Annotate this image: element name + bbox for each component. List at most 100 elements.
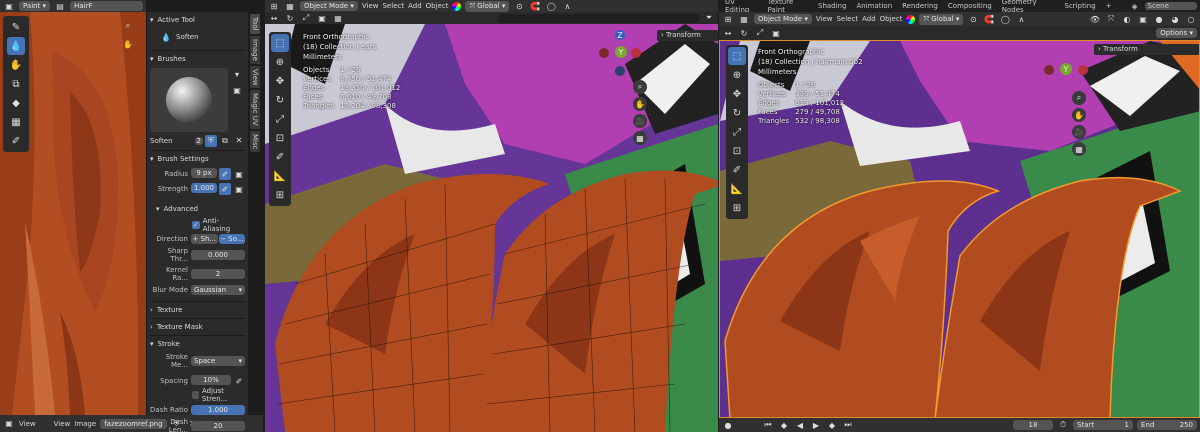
overlay-icon-vp2[interactable]: ◐ (1121, 13, 1133, 25)
start-frame-field[interactable]: Start 1 (1073, 420, 1133, 430)
next-keyframe-icon[interactable]: ◆ (826, 419, 838, 431)
shading-solid-icon[interactable]: ● (1153, 13, 1165, 25)
direction-sharpen-button[interactable]: + Sh... (191, 234, 218, 244)
snap-icon-vp2[interactable]: 🧲 (983, 13, 995, 25)
brush-image-icon[interactable]: ▣ (231, 84, 243, 96)
transform-move-icon[interactable]: ↔ (268, 12, 280, 24)
prev-keyframe-icon[interactable]: ◆ (778, 419, 790, 431)
pivot-icon[interactable]: ⊙ (513, 0, 525, 12)
direction-soften-button[interactable]: − So... (218, 234, 245, 244)
snap-icon[interactable]: 🧲 (529, 0, 541, 12)
measure-icon-vp2[interactable]: 📐 (728, 180, 746, 198)
end-frame-field[interactable]: End 250 (1137, 420, 1197, 430)
falloff-icon[interactable]: ∧ (561, 0, 573, 12)
move-icon[interactable]: ✥ (271, 72, 289, 90)
camera-icon-vp2[interactable]: 🎥 (1072, 125, 1086, 139)
select-mode-icon[interactable]: ▦ (284, 0, 296, 12)
play-icon[interactable]: ▶ (810, 419, 822, 431)
smear-tool-icon[interactable]: ✋ (7, 56, 25, 74)
strength-pressure-icon[interactable]: ✐ (219, 183, 231, 195)
add-cube-icon[interactable]: ⊞ (271, 186, 289, 204)
mask-tool-icon[interactable]: ▦ (7, 113, 25, 131)
fake-user-shield-icon[interactable]: ⛨ (205, 134, 217, 147)
dash-length-field[interactable]: 20 (191, 421, 245, 431)
transform-rotate-icon-vp2[interactable]: ↻ (738, 27, 750, 39)
brush-menu-icon[interactable]: ▾ (231, 68, 243, 80)
viewport1-nav-gizmo[interactable]: Z Y (595, 30, 645, 84)
brush-name-field[interactable]: Soften (150, 137, 193, 145)
viewport1-canvas[interactable]: ⬚ ⊕ ✥ ↻ ⤢ ⊡ ✐ 📐 ⊞ Front Orthographic (18… (265, 24, 718, 432)
pan-icon-vp2[interactable]: ✋ (1072, 108, 1086, 122)
uv-icon[interactable]: ▦ (332, 12, 344, 24)
vp1-object-menu[interactable]: Object (426, 2, 449, 10)
gizmo2-x-neg-icon[interactable] (1044, 65, 1054, 75)
filter-icon[interactable]: ⏷ (703, 12, 715, 24)
transform-scale-icon[interactable]: ⤢ (300, 12, 312, 24)
zoom-icon-vp2[interactable]: ⌕ (1072, 91, 1086, 105)
tab-view[interactable]: View (250, 65, 260, 89)
kernel-radius-field[interactable]: 2 (191, 269, 245, 279)
pan-hand-icon[interactable]: ✋ (122, 38, 134, 50)
editor-type-icon-footer[interactable]: ▣ (3, 418, 15, 430)
transform-icon-vp2[interactable]: ⊡ (728, 142, 746, 160)
vp1-add-menu[interactable]: Add (408, 2, 422, 10)
grid-icon-vp2[interactable]: ▦ (1072, 142, 1086, 156)
spacing-field[interactable]: 10% (191, 375, 231, 385)
grid-icon-vp1[interactable]: ▦ (633, 131, 647, 145)
image-browse-icon[interactable]: ▤ (54, 0, 66, 12)
add-cube-icon-vp2[interactable]: ⊞ (728, 199, 746, 217)
editor-type-icon[interactable]: ▣ (3, 0, 15, 12)
play-reverse-icon[interactable]: ◀ (794, 419, 806, 431)
vp1-view-menu[interactable]: View (362, 2, 379, 10)
transform-rotate-icon[interactable]: ↻ (284, 12, 296, 24)
measure-icon[interactable]: 📐 (271, 167, 289, 185)
proportional-icon[interactable]: ◯ (545, 0, 557, 12)
brushes-header[interactable]: ▾ Brushes (150, 53, 245, 65)
jump-end-icon[interactable]: ⏭ (842, 419, 854, 431)
brush-users-count[interactable]: 2 (194, 136, 203, 145)
duplicate-brush-icon[interactable]: ⧉ (219, 135, 231, 147)
transform-icon[interactable]: ⊡ (271, 129, 289, 147)
falloff-icon-vp2[interactable]: ∧ (1015, 13, 1027, 25)
cursor-icon-vp2[interactable]: ⊕ (728, 66, 746, 84)
tab-misc[interactable]: Misc (250, 130, 260, 153)
shading-render-icon[interactable]: ○ (1185, 13, 1197, 25)
annotate-icon[interactable]: ✐ (271, 148, 289, 166)
options-dropdown[interactable]: Options ▾ (1156, 28, 1197, 38)
move-icon-vp2[interactable]: ✥ (728, 85, 746, 103)
object-mode-dropdown[interactable]: Object Mode ▾ (300, 1, 358, 11)
transform-panel-tab[interactable]: › Transform (657, 30, 718, 41)
vp2-object-menu[interactable]: Object (880, 15, 903, 23)
transform-move-icon-vp2[interactable]: ↔ (722, 27, 734, 39)
xray-icon-vp2[interactable]: ▣ (1137, 13, 1149, 25)
scene-icon[interactable]: ◈ (1129, 0, 1141, 12)
sharp-threshold-field[interactable]: 0.000 (191, 250, 245, 260)
object-type-icon[interactable]: ▣ (316, 12, 328, 24)
blur-mode-dropdown[interactable]: Gaussian ▾ (191, 285, 245, 295)
fill-tool-icon[interactable]: ◆ (7, 94, 25, 112)
strength-unit-icon[interactable]: ▣ (233, 183, 245, 195)
pivot-icon-vp2[interactable]: ⊙ (967, 13, 979, 25)
current-frame-field[interactable]: 18 (1013, 420, 1053, 430)
gizmo-x-neg-icon[interactable] (599, 48, 609, 58)
zoom-icon[interactable]: ⌕ (122, 20, 134, 32)
gizmo-x-icon[interactable] (631, 48, 641, 58)
gizmo2-y-icon[interactable]: Y (1060, 63, 1072, 75)
color-wheel-icon[interactable] (452, 1, 462, 11)
image-name-field[interactable]: HairF (70, 1, 143, 11)
strength-field[interactable]: 1.000 (191, 183, 217, 193)
pan-icon-vp1[interactable]: ✋ (633, 97, 647, 111)
radius-unit-icon[interactable]: ▣ (233, 168, 245, 180)
tab-image[interactable]: Image (250, 35, 260, 64)
vp1-select-menu[interactable]: Select (382, 2, 404, 10)
rotate-icon[interactable]: ↻ (271, 91, 289, 109)
select-mode-icon-vp2[interactable]: ▦ (738, 13, 750, 25)
footer-view-menu[interactable]: View (19, 420, 36, 428)
tab-scripting[interactable]: Scripting (1062, 2, 1099, 10)
gizmo-y-icon[interactable]: Y (615, 46, 627, 58)
timeline-record-icon[interactable]: ● (722, 419, 734, 431)
anti-aliasing-checkbox[interactable]: ✓ (192, 220, 200, 229)
advanced-header[interactable]: ▾ Advanced (150, 203, 245, 215)
brush-settings-header[interactable]: ▾ Brush Settings (150, 153, 245, 165)
scale-icon-vp2[interactable]: ⤢ (728, 123, 746, 141)
